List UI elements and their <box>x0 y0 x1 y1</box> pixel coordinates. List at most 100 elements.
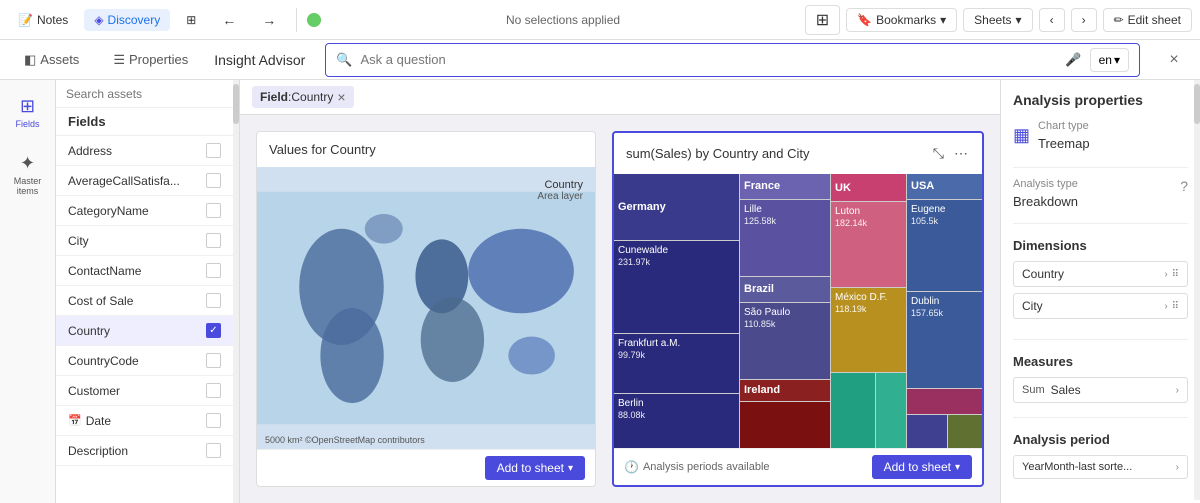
field-checkbox-address[interactable] <box>206 143 221 158</box>
forward-button[interactable]: → <box>252 8 286 32</box>
discovery-button[interactable]: ◈ Discovery <box>84 9 170 31</box>
measure-sales-row[interactable]: Sum Sales › <box>1013 377 1188 403</box>
help-icon[interactable]: ? <box>1180 178 1188 194</box>
dimension-city-row[interactable]: City › ⠿ <box>1013 293 1188 319</box>
list-item[interactable]: AverageCallSatisfa... <box>56 166 233 196</box>
treemap-cell-luton[interactable]: Luton 182.14k <box>831 202 906 287</box>
section-divider2 <box>1013 223 1188 224</box>
map-area-layer-text: Area layer <box>537 191 583 202</box>
list-item[interactable]: Address <box>56 136 233 166</box>
field-checkbox-countrycode[interactable] <box>206 353 221 368</box>
list-item[interactable]: CountryCode <box>56 346 233 376</box>
field-name-country: Country <box>68 324 110 338</box>
field-checkbox-avgcall[interactable] <box>206 173 221 188</box>
sidebar-item-master[interactable]: ✦ Master items <box>3 145 53 204</box>
left-sidebar: ⊞ Fields ✦ Master items <box>0 80 56 503</box>
treemap-add-sheet-button[interactable]: Add to sheet ▾ <box>872 455 972 479</box>
treemap-add-sheet-chevron: ▾ <box>955 462 960 473</box>
field-name-city: City <box>68 234 89 248</box>
dimension-city-right: › ⠿ <box>1164 301 1179 312</box>
mic-icon[interactable]: 🎤 <box>1065 52 1081 68</box>
right-scroll-thumb[interactable] <box>1194 84 1200 124</box>
list-item[interactable]: Customer <box>56 376 233 406</box>
list-item[interactable]: Cost of Sale <box>56 286 233 316</box>
notes-button[interactable]: 📝 Notes <box>8 9 78 31</box>
field-checkbox-contactname[interactable] <box>206 263 221 278</box>
treemap-cell-ireland-body[interactable] <box>740 402 830 448</box>
field-checkbox-customer[interactable] <box>206 383 221 398</box>
map-chart-card: Values for Country <box>256 131 596 487</box>
field-name-categoryname: CategoryName <box>68 204 149 218</box>
sheets-button[interactable]: Sheets ▾ <box>963 8 1032 32</box>
grid-view-button[interactable]: ⊞ <box>805 5 840 35</box>
dimension-country-chevron: › <box>1164 269 1167 280</box>
list-item[interactable]: ContactName <box>56 256 233 286</box>
treemap-cell-cunewalde[interactable]: Cunewalde 231.97k <box>614 241 739 333</box>
field-name-contactname: ContactName <box>68 264 141 278</box>
edit-sheet-button[interactable]: ✏ Edit sheet <box>1103 8 1192 32</box>
field-tag-bar: Field:Country × <box>240 80 1000 115</box>
dimension-country-right: › ⠿ <box>1164 269 1179 280</box>
field-checkbox-date[interactable] <box>206 413 221 428</box>
assets-tab[interactable]: ◧ Assets <box>12 46 91 74</box>
list-item[interactable]: Country ✓ <box>56 316 233 346</box>
sidebar-item-fields[interactable]: ⊞ Fields <box>3 88 53 137</box>
scroll-thumb[interactable] <box>233 84 239 124</box>
dimension-country-text: Country <box>1022 267 1064 281</box>
treemap-cell-berlin[interactable]: Berlin 88.08k <box>614 394 739 448</box>
assets-label: Assets <box>40 52 79 67</box>
prev-sheet-button[interactable]: ‹ <box>1039 8 1065 32</box>
treemap-cell-lille[interactable]: Lille 125.58k <box>740 200 830 276</box>
fields-search-input[interactable] <box>66 87 223 101</box>
treemap-cell-teal2[interactable] <box>876 373 906 448</box>
field-name-description: Description <box>68 444 128 458</box>
measure-name: Sales <box>1051 383 1170 397</box>
properties-tab[interactable]: ☰ Properties <box>101 46 200 74</box>
list-item[interactable]: Description <box>56 436 233 466</box>
bookmarks-button[interactable]: 🔖 Bookmarks ▾ <box>846 8 957 32</box>
treemap-cell-misc3[interactable] <box>948 415 982 448</box>
field-checkbox-country[interactable]: ✓ <box>206 323 221 338</box>
field-tag[interactable]: Field:Country × <box>252 86 354 108</box>
field-checkbox-categoryname[interactable] <box>206 203 221 218</box>
treemap-expand-button[interactable]: ⤡ <box>931 143 946 164</box>
right-panel-title: Analysis properties <box>1013 92 1188 108</box>
treemap-cell-dublin[interactable]: Dublin 157.65k <box>907 292 982 388</box>
treemap-cell-teal1[interactable] <box>831 373 875 448</box>
close-button[interactable]: × <box>1160 46 1188 74</box>
treemap-uk-label: UK <box>835 182 851 194</box>
field-checkbox-city[interactable] <box>206 233 221 248</box>
treemap-menu-button[interactable]: ⋯ <box>952 143 970 164</box>
next-sheet-button[interactable]: › <box>1071 8 1097 32</box>
treemap-cell-mexico[interactable]: México D.F. 118.19k <box>831 288 906 371</box>
map-svg <box>257 167 595 449</box>
properties-label: Properties <box>129 52 188 67</box>
search-input[interactable] <box>360 52 1057 67</box>
map-add-sheet-button[interactable]: Add to sheet ▾ <box>485 456 585 480</box>
analysis-period-row[interactable]: YearMonth-last sorte... › <box>1013 455 1188 479</box>
analysis-period-chevron: › <box>1176 462 1179 473</box>
treemap-france-label: France <box>744 180 780 192</box>
treemap-chart-card: sum(Sales) by Country and City ⤡ ⋯ Germa… <box>612 131 984 487</box>
treemap-cell-eugene[interactable]: Eugene 105.5k <box>907 200 982 291</box>
treemap-cell-misc1[interactable] <box>907 389 982 414</box>
insight-advisor-label: Insight Advisor <box>214 52 305 68</box>
lang-button[interactable]: en ▾ <box>1090 48 1129 72</box>
map-add-sheet-chevron: ▾ <box>568 463 573 474</box>
field-checkbox-costofsale[interactable] <box>206 293 221 308</box>
bookmarks-label: Bookmarks <box>876 13 936 27</box>
dimension-country-row[interactable]: Country › ⠿ <box>1013 261 1188 287</box>
list-item[interactable]: CategoryName <box>56 196 233 226</box>
treemap-cell-saopaulo[interactable]: São Paulo 110.85k <box>740 303 830 379</box>
treemap-cell-misc2[interactable] <box>907 415 947 448</box>
treemap-cell-frankfurt[interactable]: Frankfurt a.M. 99.79k <box>614 334 739 392</box>
analysis-periods-label: Analysis periods available <box>643 461 770 473</box>
treemap-ireland-label: Ireland <box>744 384 780 396</box>
map-chart-title: Values for Country <box>257 132 595 167</box>
back-button[interactable]: ← <box>212 8 246 32</box>
list-item[interactable]: 📅 Date <box>56 406 233 436</box>
list-item[interactable]: City <box>56 226 233 256</box>
selection-expand-button[interactable]: ⊞ <box>176 9 206 31</box>
field-tag-remove[interactable]: × <box>337 89 345 105</box>
field-checkbox-description[interactable] <box>206 443 221 458</box>
